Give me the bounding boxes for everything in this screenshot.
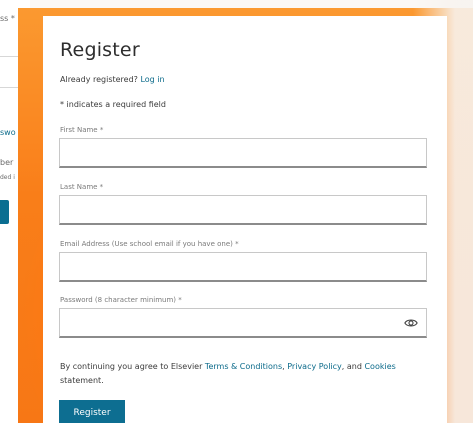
- already-registered-line: Already registered? Log in: [60, 75, 165, 84]
- background-divider: [0, 56, 18, 57]
- cookies-link[interactable]: Cookies: [364, 362, 395, 371]
- terms-link[interactable]: Terms & Conditions: [205, 362, 282, 371]
- background-button: [0, 200, 9, 224]
- last-name-label: Last Name *: [60, 183, 104, 191]
- privacy-link[interactable]: Privacy Policy: [287, 362, 342, 371]
- background-divider: [0, 87, 18, 88]
- terms-statement: By continuing you agree to Elsevier Term…: [60, 360, 430, 388]
- page-title: Register: [60, 39, 140, 61]
- already-registered-text: Already registered?: [60, 75, 138, 84]
- background-link: swo: [0, 128, 16, 137]
- login-link[interactable]: Log in: [140, 75, 164, 84]
- background-text: ber: [0, 158, 14, 167]
- terms-suffix: statement.: [60, 376, 104, 385]
- terms-separator: , and: [341, 362, 365, 371]
- email-input[interactable]: [59, 252, 427, 282]
- register-button[interactable]: Register: [59, 400, 125, 423]
- email-label: Email Address (Use school email if you h…: [60, 240, 239, 248]
- terms-prefix: By continuing you agree to Elsevier: [60, 362, 205, 371]
- background-text: ded i: [0, 174, 15, 181]
- last-name-input[interactable]: [59, 195, 427, 225]
- stage: ss * swo ber ded i Register Already regi…: [0, 0, 473, 423]
- password-label: Password (8 character minimum) *: [60, 296, 182, 304]
- background-text: ss *: [0, 14, 15, 23]
- password-field[interactable]: [59, 308, 427, 338]
- first-name-input[interactable]: [59, 138, 427, 168]
- eye-icon[interactable]: [404, 316, 418, 330]
- first-name-label: First Name *: [60, 126, 104, 134]
- register-card: Register Already registered? Log in * in…: [43, 16, 447, 423]
- required-note: * indicates a required field: [60, 100, 166, 109]
